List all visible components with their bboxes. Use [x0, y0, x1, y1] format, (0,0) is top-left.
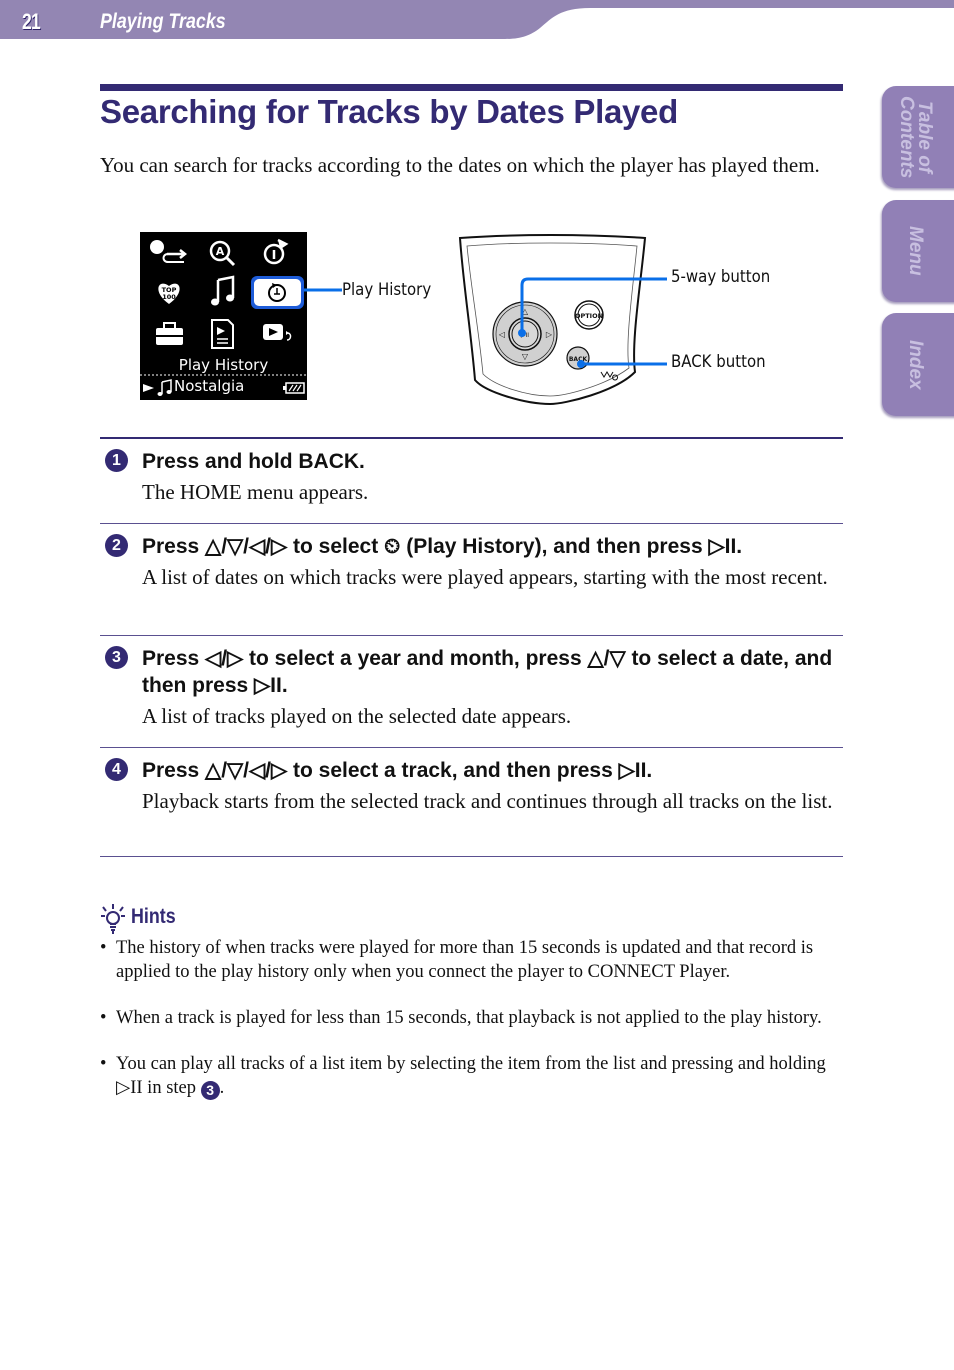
step-2-body: A list of dates on which tracks were pla…: [142, 565, 828, 589]
step-1-body: The HOME menu appears.: [142, 480, 369, 504]
tab-table-of-contents-label: Table of Contents: [896, 95, 935, 179]
step-2-heading: Press △/▽/◁/▷ to select ⏲ (Play History)…: [142, 535, 743, 558]
step-divider: [100, 747, 843, 748]
title-rule: [100, 84, 843, 91]
play-history-leader-line: [304, 288, 342, 292]
callout-5-way-button: 5-way button: [671, 267, 771, 287]
bullet: •: [100, 938, 107, 958]
tab-index-label: Index: [905, 339, 926, 390]
music-icon: [211, 275, 235, 306]
step-3-body: A list of tracks played on the selected …: [142, 704, 572, 728]
steps-end-divider: [100, 856, 843, 857]
step-number-2: 2: [105, 534, 128, 557]
step-1-heading: Press and hold BACK.: [142, 450, 365, 473]
svg-text:A: A: [216, 245, 225, 258]
callout-back-button: BACK button: [671, 352, 766, 372]
step-divider: [100, 635, 843, 636]
playlist-icon: [211, 319, 234, 349]
screen-track-name: Nostalgia: [174, 377, 245, 395]
step-number-1: 1: [105, 449, 128, 472]
battery-icon: [283, 382, 305, 394]
hint-item: • The history of when tracks were played…: [100, 937, 845, 984]
now-playing-icon: [263, 238, 289, 265]
page-title: Searching for Tracks by Dates Played: [100, 93, 678, 130]
svg-text:▷: ▷: [546, 330, 553, 339]
tab-index[interactable]: Index: [882, 313, 954, 416]
tab-menu[interactable]: Menu: [882, 200, 954, 302]
toolbox-icon: [156, 322, 183, 345]
bullet: •: [100, 1054, 107, 1074]
top100-icon: TOP 100: [158, 283, 180, 304]
home-menu-screen: A TOP 100 Play History Nostalgia: [140, 232, 307, 400]
step-divider: [100, 437, 843, 439]
step-3-heading: Press ◁/▷ to select a year and month, pr…: [142, 647, 833, 697]
lightbulb-icon: [101, 904, 125, 934]
play-indicator-icon: [143, 384, 154, 392]
tab-table-of-contents[interactable]: Table of Contents: [882, 86, 954, 188]
resume-icon: [263, 324, 292, 341]
step-4-body: Playback starts from the selected track …: [142, 789, 833, 813]
step-number-3: 3: [105, 646, 128, 669]
section-title: Playing Tracks: [100, 10, 226, 33]
hint-text: The history of when tracks were played f…: [116, 938, 814, 982]
hints-title: Hints: [131, 905, 176, 928]
svg-text:◁: ◁: [498, 330, 505, 339]
hint-item: • You can play all tracks of a list item…: [100, 1053, 845, 1100]
screen-selected-label: Play History: [178, 356, 269, 374]
option-button: OPTION: [574, 300, 604, 330]
intro-paragraph: You can search for tracks according to t…: [100, 153, 820, 177]
step-divider: [100, 523, 843, 524]
settings-icon: [150, 240, 188, 263]
bullet: •: [100, 1008, 107, 1028]
step-number-4: 4: [105, 758, 128, 781]
svg-text:100: 100: [162, 293, 176, 301]
page-number: 21: [22, 9, 41, 34]
step-reference-badge: 3: [200, 1080, 220, 1100]
play-history-icon: [251, 276, 304, 309]
header-band: 21 Playing Tracks: [0, 0, 954, 40]
period: .: [219, 1077, 225, 1098]
tab-menu-label: Menu: [905, 226, 926, 276]
option-button-label: OPTION: [575, 312, 603, 320]
note-icon: [157, 379, 172, 396]
svg-text:▽: ▽: [522, 352, 529, 361]
hint-text: When a track is played for less than 15 …: [116, 1008, 822, 1028]
step-4-heading: Press △/▽/◁/▷ to select a track, and the…: [142, 759, 653, 782]
player-device-illustration: ▷II △ ▽ ◁ ▷ OPTION BACK: [458, 234, 667, 406]
callout-play-history: Play History: [342, 280, 432, 300]
search-icon: A: [209, 240, 236, 267]
hint-item: • When a track is played for less than 1…: [100, 1007, 845, 1031]
